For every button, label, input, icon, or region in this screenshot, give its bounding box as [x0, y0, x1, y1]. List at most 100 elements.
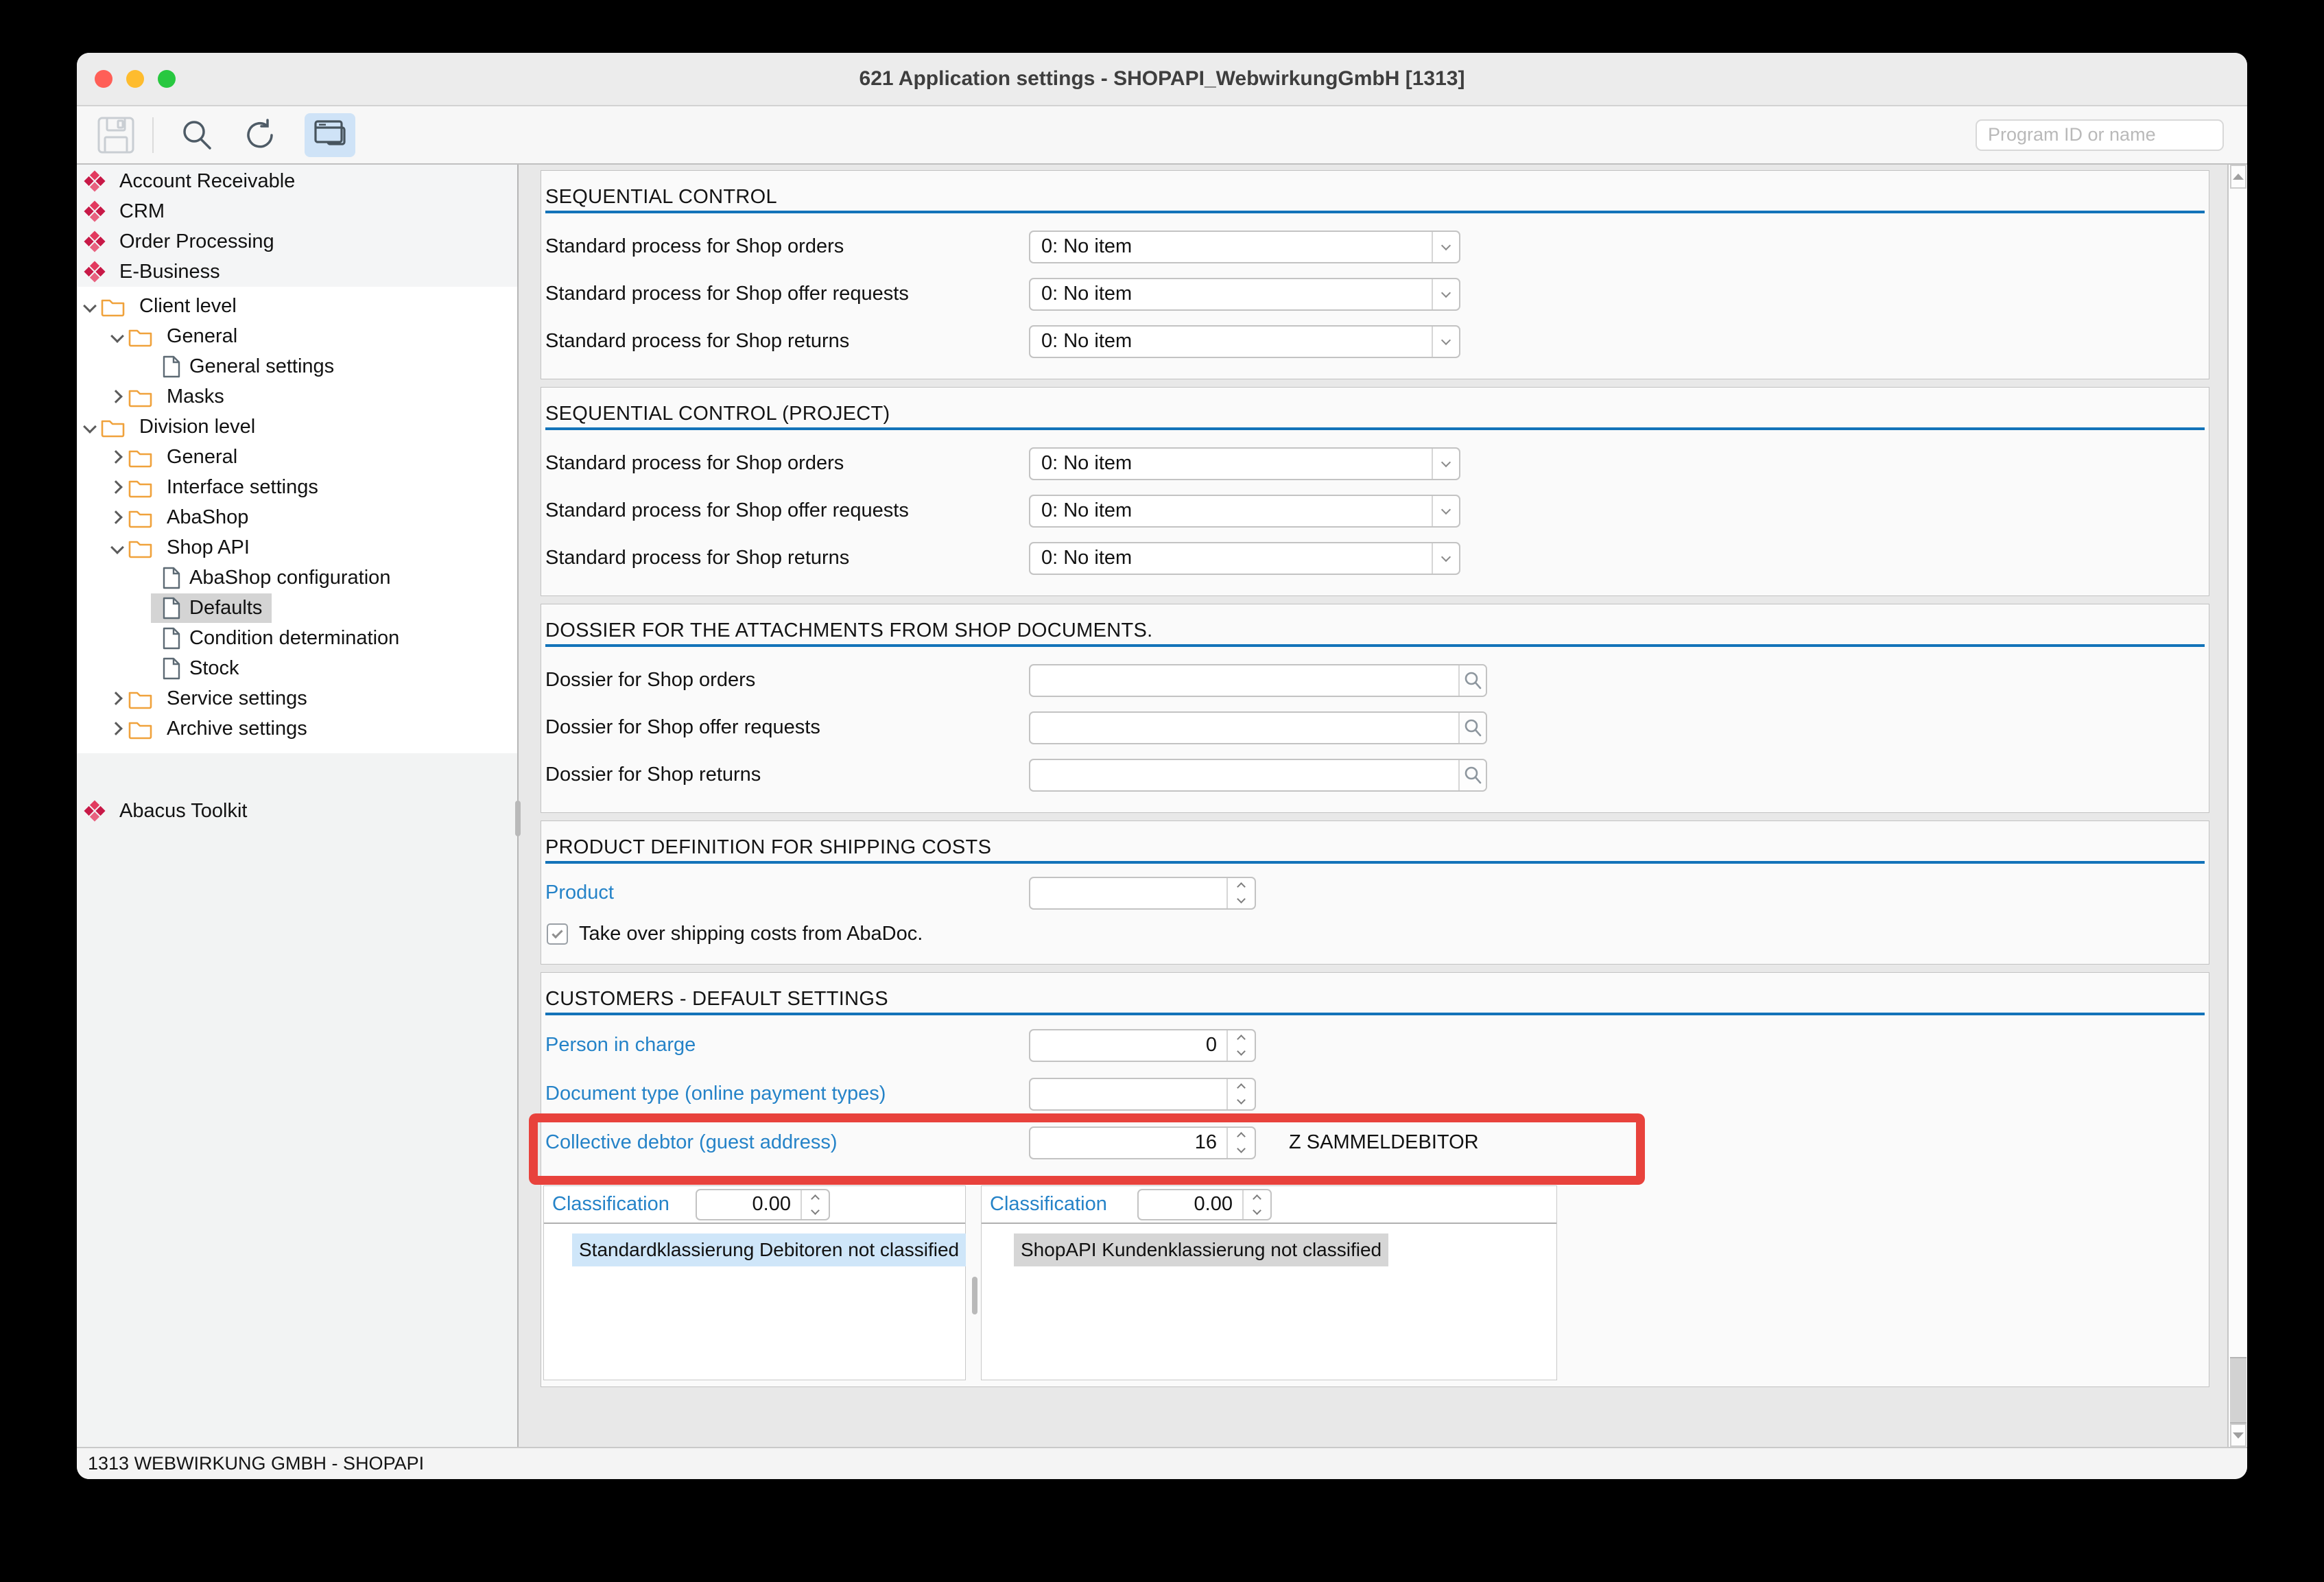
stepper-field-product[interactable] — [1029, 876, 1256, 910]
save-icon[interactable] — [96, 115, 136, 155]
lookup-button[interactable] — [1458, 665, 1486, 696]
chevron-right-icon[interactable] — [111, 722, 123, 735]
search-icon[interactable] — [177, 115, 217, 155]
stepper-field-person-in-charge[interactable]: 0 — [1029, 1028, 1256, 1062]
classification-stepper[interactable]: 0.00 — [1137, 1188, 1272, 1220]
sidebar-module-e-business[interactable]: E-Business — [77, 257, 517, 287]
form-row: Standard process for Shop orders 0: No it… — [545, 223, 2205, 270]
window-manager-icon[interactable] — [305, 113, 355, 157]
settings-tree: Client level General General settings Masks… — [77, 287, 517, 753]
program-search-input[interactable] — [1976, 119, 2224, 151]
tree-item-general[interactable]: General — [77, 321, 517, 351]
chevron-right-icon[interactable] — [111, 511, 123, 523]
dropdown-button[interactable] — [1432, 279, 1459, 309]
field-label: Dossier for Shop orders — [545, 669, 756, 691]
tree-item-archive-settings[interactable]: Archive settings — [77, 713, 517, 744]
field-label[interactable]: Collective debtor (guest address) — [545, 1131, 838, 1154]
field-label: Standard process for Shop returns — [545, 330, 850, 352]
scroll-down-button[interactable] — [2230, 1424, 2246, 1447]
folder-icon — [128, 722, 152, 739]
tree-item-abashop[interactable]: AbaShop — [77, 502, 517, 532]
chevron-down-icon[interactable] — [84, 300, 96, 312]
lookup-field-dossier-for-shop-offer-requests[interactable] — [1029, 711, 1487, 744]
dropdown-button[interactable] — [1432, 231, 1459, 262]
tree-item-condition-determination[interactable]: Condition determination — [77, 623, 517, 653]
scroll-up-button[interactable] — [2230, 165, 2246, 189]
classification-list: Standardklassierung Debitoren not classi… — [544, 1224, 967, 1266]
minimize-button[interactable] — [126, 70, 144, 88]
spinner-buttons[interactable] — [1226, 877, 1255, 908]
spinner-buttons[interactable] — [1226, 1030, 1255, 1061]
dropdown-standard-process-for-shop-offer-requests[interactable]: 0: No item — [1029, 494, 1460, 528]
maximize-button[interactable] — [158, 70, 176, 88]
form-row: Dossier for Shop returns — [545, 751, 2205, 799]
list-item[interactable]: ShopAPI Kundenklassierung not classified — [1014, 1233, 1389, 1266]
dropdown-standard-process-for-shop-orders[interactable]: 0: No item — [1029, 447, 1460, 480]
selected-tree-item[interactable]: Defaults — [151, 593, 272, 623]
lookup-field-dossier-for-shop-returns[interactable] — [1029, 758, 1487, 792]
chevron-down-icon[interactable] — [111, 541, 123, 554]
title-bar: 621 Application settings - SHOPAPI_Webwi… — [77, 53, 2247, 106]
stepper-field-collective-debtor-guest-address-[interactable]: 16 — [1029, 1126, 1256, 1159]
dropdown-button[interactable] — [1432, 326, 1459, 357]
chevron-right-icon[interactable] — [111, 692, 123, 705]
sidebar-module-order-processing[interactable]: Order Processing — [77, 226, 517, 257]
sidebar-item-abacus-toolkit[interactable]: Abacus Toolkit — [77, 796, 517, 826]
list-item[interactable]: Standardklassierung Debitoren not classi… — [572, 1233, 967, 1266]
field-label[interactable]: Person in charge — [545, 1034, 696, 1056]
sidebar-module-account-receivable[interactable]: Account Receivable — [77, 166, 517, 196]
chevron-down-icon — [1440, 240, 1451, 250]
dropdown-standard-process-for-shop-offer-requests[interactable]: 0: No item — [1029, 277, 1460, 311]
classification-stepper[interactable]: 0.00 — [696, 1188, 830, 1220]
tree-item-general-settings[interactable]: General settings — [77, 351, 517, 381]
file-icon — [163, 597, 180, 619]
lookup-field-dossier-for-shop-orders[interactable] — [1029, 663, 1487, 697]
chevron-right-icon[interactable] — [111, 481, 123, 493]
classification-splitter-handle[interactable] — [972, 1277, 977, 1314]
tree-item-masks[interactable]: Masks — [77, 381, 517, 412]
arrow-up-icon — [2233, 174, 2244, 180]
dropdown-button[interactable] — [1432, 448, 1459, 479]
spinner-buttons[interactable] — [1226, 1127, 1255, 1158]
dropdown-standard-process-for-shop-returns[interactable]: 0: No item — [1029, 541, 1460, 575]
section-title: SEQUENTIAL CONTROL — [545, 186, 777, 208]
refresh-icon[interactable] — [240, 115, 280, 155]
close-button[interactable] — [95, 70, 112, 88]
field-label[interactable]: Product — [545, 882, 614, 904]
field-label[interactable]: Document type (online payment types) — [545, 1083, 886, 1105]
tree-item-service-settings[interactable]: Service settings — [77, 683, 517, 713]
classification-label[interactable]: Classification — [990, 1193, 1107, 1216]
classification-header: Classification 0.00 — [982, 1186, 1556, 1224]
tree-item-shop-api[interactable]: Shop API — [77, 532, 517, 563]
dropdown-standard-process-for-shop-orders[interactable]: 0: No item — [1029, 230, 1460, 263]
tree-item-interface-settings[interactable]: Interface settings — [77, 472, 517, 502]
dropdown-button[interactable] — [1432, 495, 1459, 526]
chevron-right-icon[interactable] — [111, 390, 123, 403]
chevron-down-icon — [1440, 287, 1451, 298]
shipping-costs-checkbox[interactable] — [547, 923, 568, 945]
scrollbar-thumb[interactable] — [2230, 1357, 2246, 1424]
chevron-down-icon — [1440, 457, 1451, 467]
tree-item-defaults[interactable]: Defaults — [77, 593, 517, 623]
tree-item-division-level[interactable]: Division level — [77, 412, 517, 442]
spinner-buttons[interactable] — [1226, 1078, 1255, 1109]
tree-item-general[interactable]: General — [77, 442, 517, 472]
dropdown-standard-process-for-shop-returns[interactable]: 0: No item — [1029, 324, 1460, 358]
sidebar-splitter-handle[interactable] — [515, 801, 521, 836]
dropdown-button[interactable] — [1432, 543, 1459, 574]
stepper-field-document-type-online-payment-types-[interactable] — [1029, 1077, 1256, 1111]
tree-item-stock[interactable]: Stock — [77, 653, 517, 683]
tree-item-abashop-configuration[interactable]: AbaShop configuration — [77, 563, 517, 593]
sidebar-module-crm[interactable]: CRM — [77, 196, 517, 226]
tree-item-client-level[interactable]: Client level — [77, 291, 517, 321]
vertical-scrollbar[interactable] — [2227, 165, 2247, 1447]
spinner-buttons[interactable] — [1242, 1190, 1270, 1219]
spinner-buttons[interactable] — [801, 1190, 829, 1219]
chevron-down-icon — [1440, 335, 1451, 345]
chevron-down-icon[interactable] — [111, 330, 123, 342]
lookup-button[interactable] — [1458, 759, 1486, 790]
classification-label[interactable]: Classification — [552, 1193, 669, 1216]
chevron-right-icon[interactable] — [111, 451, 123, 463]
chevron-down-icon[interactable] — [84, 421, 96, 433]
lookup-button[interactable] — [1458, 712, 1486, 743]
